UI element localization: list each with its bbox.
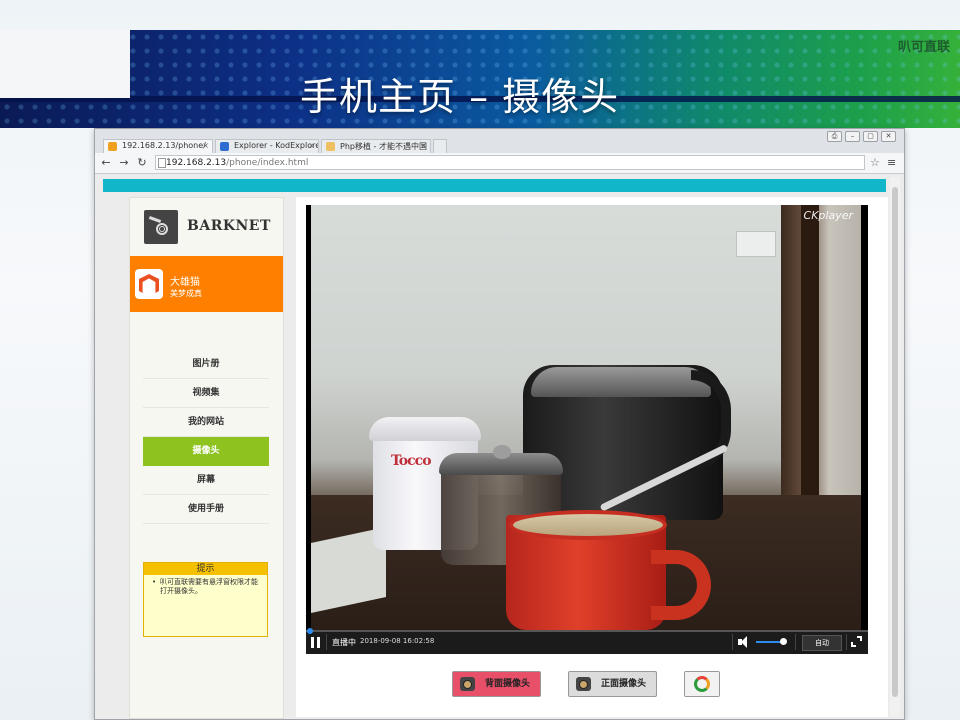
tab-phone[interactable]: 192.168.2.13/phone/ ×	[103, 139, 213, 153]
tab-explorer[interactable]: Explorer - KodExplorer ×	[215, 139, 319, 153]
refresh-icon	[694, 676, 710, 692]
front-camera-label: 正面摄像头	[601, 679, 647, 689]
sidebar-item-videos[interactable]: 视频集	[143, 379, 269, 408]
sidebar-item-website[interactable]: 我的网站	[143, 408, 269, 437]
scrollbar[interactable]	[890, 177, 900, 717]
tip-title: 提示	[144, 563, 267, 575]
user-avatar	[135, 269, 163, 299]
account-icon[interactable]: ⎙	[827, 131, 842, 142]
player-watermark: CKplayer	[803, 209, 853, 222]
user-subtitle: 美梦成真	[170, 289, 202, 298]
video-player[interactable]: Tocco CKplayer 直播中 2018-09-08 16:02:58 自…	[306, 205, 868, 654]
reload-icon[interactable]: ↻	[135, 156, 149, 170]
scrollbar-thumb[interactable]	[892, 187, 898, 697]
page-top-bar	[103, 179, 886, 192]
tab-label: Explorer - KodExplorer	[234, 141, 319, 150]
main-content: Tocco CKplayer 直播中 2018-09-08 16:02:58 自…	[296, 197, 888, 717]
maximize-button[interactable]: ▢	[863, 131, 878, 142]
volume-icon[interactable]	[738, 636, 750, 648]
url-input[interactable]: 192.168.2.13/phone/index.html	[155, 155, 865, 170]
sidebar-item-screen[interactable]: 屏幕	[143, 466, 269, 495]
slide-title: 手机主页 – 摄像头	[300, 75, 620, 119]
page-favicon-icon	[108, 142, 117, 151]
switch-camera-button[interactable]	[684, 671, 720, 697]
sidebar: BARKNET 大雄猫 美梦成真 图片册 视频集 我的网站 摄像头 屏幕 使用手…	[129, 197, 284, 719]
front-camera-button[interactable]: 正面摄像头	[568, 671, 657, 697]
sidebar-item-manual[interactable]: 使用手册	[143, 495, 269, 524]
close-icon[interactable]: ×	[420, 141, 427, 150]
user-card: 大雄猫 美梦成真	[130, 256, 283, 312]
sidebar-menu: 图片册 视频集 我的网站 摄像头 屏幕 使用手册	[143, 350, 269, 524]
tab-bar: 192.168.2.13/phone/ × Explorer - KodExpl…	[95, 129, 904, 154]
brand-tag: 叭可直联	[897, 40, 950, 55]
live-timestamp: 2018-09-08 16:02:58	[360, 637, 435, 645]
forward-arrow-icon[interactable]: →	[117, 156, 131, 170]
page-viewport: BARKNET 大雄猫 美梦成真 图片册 视频集 我的网站 摄像头 屏幕 使用手…	[101, 177, 891, 719]
volume-handle[interactable]	[780, 638, 787, 645]
quality-button[interactable]: 自动	[802, 635, 842, 651]
barknet-logo-icon	[144, 210, 178, 244]
camera-icon	[576, 677, 591, 691]
page-icon	[158, 158, 166, 168]
brand-name: BARKNET	[187, 218, 271, 234]
fullscreen-icon[interactable]	[851, 636, 862, 647]
tab-label: Php移植 - 才能不遇中国	[340, 142, 427, 151]
sidebar-item-camera[interactable]: 摄像头	[143, 437, 269, 466]
jar-label: Tocco	[391, 453, 432, 469]
pause-icon[interactable]	[311, 637, 321, 648]
back-camera-label: 背面摄像头	[485, 679, 531, 689]
browser-window: 192.168.2.13/phone/ × Explorer - KodExpl…	[94, 128, 905, 720]
progress-handle[interactable]	[307, 628, 313, 634]
close-icon[interactable]: ×	[202, 141, 209, 150]
new-tab-button[interactable]	[433, 139, 447, 153]
tab-label: 192.168.2.13/phone/	[122, 141, 206, 150]
page-favicon-icon	[326, 142, 335, 151]
url-host: 192.168.2.13	[166, 158, 227, 168]
camera-video[interactable]: Tocco CKplayer	[311, 205, 861, 630]
minimize-button[interactable]: –	[845, 131, 860, 142]
bookmark-star-icon[interactable]: ☆	[870, 156, 880, 169]
address-bar: ← → ↻ 192.168.2.13/phone/index.html ☆ ≡	[95, 153, 904, 174]
kodexplorer-icon	[220, 142, 229, 151]
user-name: 大雄猫	[170, 277, 200, 288]
url-path: /phone/index.html	[226, 158, 309, 168]
player-controls: 直播中 2018-09-08 16:02:58 自动	[306, 628, 868, 654]
progress-bar[interactable]	[306, 628, 868, 634]
close-icon[interactable]: ×	[308, 141, 315, 150]
tab-php[interactable]: Php移植 - 才能不遇中国 ×	[321, 139, 431, 153]
tip-text: 叭可直联需要有悬浮窗权限才能打开摄像头。	[144, 575, 267, 596]
camera-icon	[460, 677, 475, 691]
sidebar-item-photos[interactable]: 图片册	[143, 350, 269, 379]
live-status: 直播中	[332, 638, 356, 647]
back-camera-button[interactable]: 背面摄像头	[452, 671, 541, 697]
hamburger-menu-icon[interactable]: ≡	[887, 156, 896, 169]
tip-box: 提示 叭可直联需要有悬浮窗权限才能打开摄像头。	[143, 562, 268, 637]
close-window-button[interactable]: ✕	[881, 131, 896, 142]
back-arrow-icon[interactable]: ←	[99, 156, 113, 170]
